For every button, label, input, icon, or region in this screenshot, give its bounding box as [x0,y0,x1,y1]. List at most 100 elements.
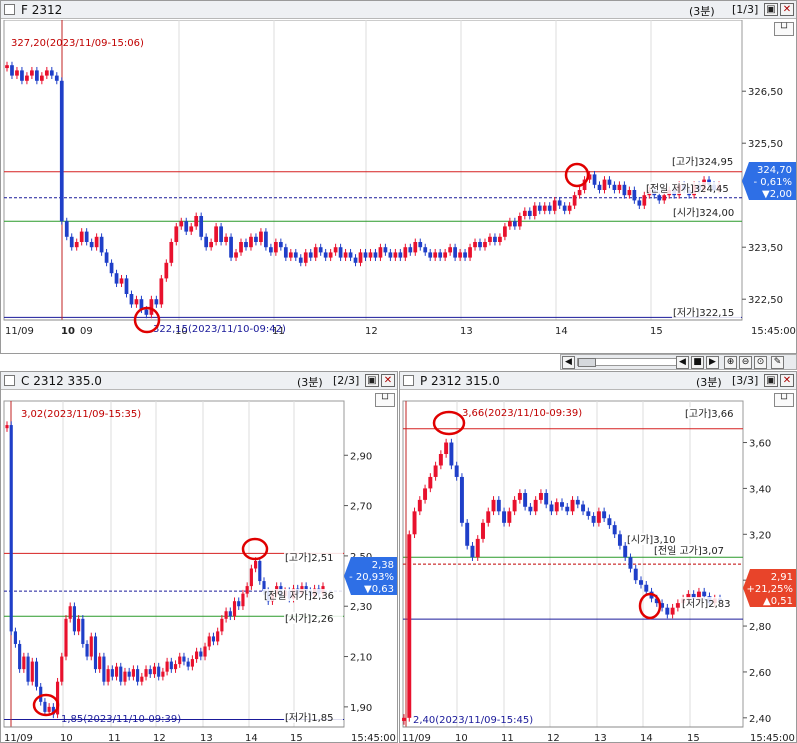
candle-body [259,231,263,242]
candle-body [665,607,670,615]
x-axis-label: 10 [60,733,73,743]
x-axis-label: 09 [80,326,93,337]
candle-body [199,651,203,657]
candle-body [542,205,547,211]
zoom-reset-icon[interactable]: ⊙ [754,356,767,369]
next-icon[interactable]: ▶ [706,356,719,369]
y-axis-label: 326,50 [748,87,783,98]
close-icon[interactable]: ✕ [780,3,794,16]
candle-body [552,200,557,211]
candle-body [323,252,328,258]
checkbox-icon[interactable] [403,375,414,386]
candle-body [30,661,34,682]
candle-body [547,205,552,211]
candle-body [465,522,470,546]
call-titlebar: C 2312 335.0 (3분) [2/3] ▣ ✕ [1,372,397,390]
candle-body [533,499,538,512]
candle-body [444,442,449,454]
candle-body [114,666,119,677]
candle-body [503,226,507,237]
ref-label-label_prev: [전일 저가]2,36 [264,590,334,602]
chart-scrollbar[interactable]: ◀ ◀ ■ ▶ ⊕ ⊖ ⊙ ✎ [560,354,797,370]
candle-body [119,666,123,682]
candle-body [178,656,182,665]
candle-body [194,216,199,227]
candle-body [81,618,85,644]
y-axis-label: 3,60 [749,439,771,450]
candle-body [264,231,268,248]
candle-body [245,586,249,594]
candle-body [249,568,253,587]
candle-body [570,499,575,512]
candle-body [596,511,601,523]
candle-body [93,636,98,670]
prev-icon[interactable]: ◀ [676,356,689,369]
ref-label-label_open: [시가]2,26 [285,613,333,625]
candle-body [60,656,64,682]
y-axis-label: 322,50 [748,295,783,306]
close-icon[interactable]: ✕ [381,374,395,387]
candle-body [378,247,383,258]
candle-body [127,671,131,677]
y-axis-label: 2,90 [350,451,372,462]
candle-body [161,671,165,677]
candle-body [15,70,19,76]
candle-body [702,591,707,597]
candle-body [512,221,517,227]
zoom-out-icon[interactable]: ⊖ [739,356,752,369]
y-axis-label: 3,20 [749,530,771,541]
candle-body [144,669,148,677]
candle-body [483,242,487,248]
restore-window-icon[interactable]: ▣ [764,3,778,16]
candle-body [402,717,406,721]
current-change-pct: - 20,93% [349,572,394,583]
zoom-in-icon[interactable]: ⊕ [724,356,737,369]
candle-body [407,534,412,718]
candle-body [224,611,228,619]
candle-body [269,247,273,253]
checkbox-icon[interactable] [4,4,15,15]
candle-body [567,205,572,211]
x-axis-label: 11/09 [4,733,33,743]
restore-window-icon[interactable]: ▣ [764,374,778,387]
x-axis-label: 14 [245,733,258,743]
candle-body [89,636,93,657]
scroll-thumb[interactable] [578,358,596,367]
candle-body [5,425,9,429]
x-axis-label: 12 [547,733,560,743]
y-axis-label: 2,70 [350,502,372,513]
annotation-high: 3,02(2023/11/09-15:35) [21,409,141,420]
x-axis-label: 15:45:00 [750,733,795,743]
candle-body [144,309,149,315]
candle-body [433,465,438,477]
candle-body [586,511,591,516]
checkbox-icon[interactable] [4,375,15,386]
candle-body [49,70,54,76]
candle-body [54,75,59,81]
candle-body [522,210,527,216]
candle-body [179,221,184,227]
call-page: [2/3] [333,374,360,387]
scroll-left-icon[interactable]: ◀ [562,356,575,369]
candle-body [438,454,443,466]
stop-icon[interactable]: ■ [691,356,704,369]
ref-label-label_low: [저가]2,83 [682,598,730,610]
x-axis-label: 10 [455,733,468,743]
annotation-high: 3,66(2023/11/10-09:39) [462,408,582,419]
candle-body [481,522,485,539]
candle-body [254,560,258,569]
candle-body [468,247,472,258]
candle-body [333,247,338,253]
wrench-icon[interactable]: ✎ [771,356,784,369]
candle-body [152,666,157,675]
scroll-track[interactable] [577,358,677,367]
candle-body [491,499,496,512]
candle-body [239,242,243,253]
candle-body [219,226,223,242]
y-axis-label: 2,80 [749,622,771,633]
close-icon[interactable]: ✕ [780,374,794,387]
candle-body [74,242,79,248]
restore-window-icon[interactable]: ▣ [365,374,379,387]
ref-label-label_low: [저가]322,15 [673,307,734,319]
x-axis-label: 11 [108,733,121,743]
